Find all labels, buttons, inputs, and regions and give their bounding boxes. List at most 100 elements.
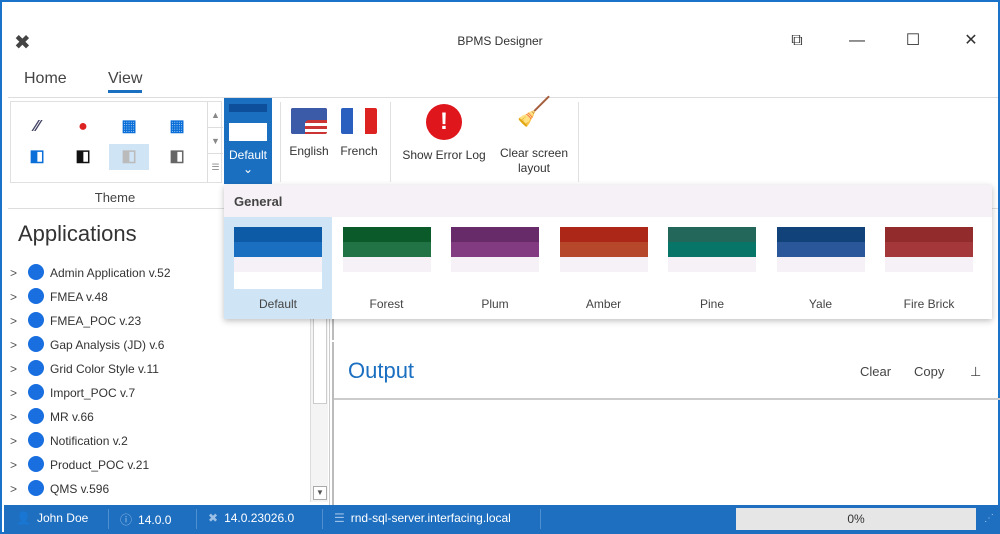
english-label: English — [289, 144, 329, 158]
progress-text: 0% — [847, 512, 865, 526]
minimize-button[interactable]: — — [842, 28, 872, 54]
theme-icon-1[interactable]: ⁄⁄ — [17, 114, 57, 140]
theme-swatch-plum[interactable]: Plum — [441, 217, 549, 319]
application-label: Admin Application v.52 — [50, 266, 171, 280]
popup-header: General — [224, 185, 992, 217]
server: rnd-sql-server.interfacing.local — [350, 511, 511, 525]
application-icon — [28, 408, 44, 424]
chevron-right-icon[interactable]: > — [10, 357, 24, 381]
application-label: Gap Analysis (JD) v.6 — [50, 338, 165, 352]
palette-label: Default — [228, 148, 268, 162]
office-black-theme-icon[interactable]: ◧ — [63, 144, 103, 170]
status-version: ⓘ 14.0.0 — [120, 511, 171, 528]
chevron-right-icon[interactable]: > — [10, 381, 24, 405]
close-button[interactable]: ✕ — [956, 28, 986, 54]
theme-name: Amber — [585, 297, 622, 311]
theme-icon-2[interactable]: ● — [63, 114, 103, 140]
build: 14.0.23026.0 — [224, 511, 295, 525]
pin-icon[interactable]: ⊥ — [970, 364, 981, 380]
copy-output-button[interactable]: Copy — [914, 364, 944, 379]
theme-palette-popup: General Default Forest Plum Amber Pine Yale Fi… — [224, 185, 992, 319]
application-icon — [28, 480, 44, 496]
status-server: ☰ rnd-sql-server.interfacing.local — [334, 511, 511, 525]
application-item[interactable]: > FMEA v.48 — [10, 285, 108, 309]
status-build: ✖ 14.0.23026.0 — [208, 511, 294, 525]
broom-icon: 🧹 — [516, 96, 552, 127]
theme-name: Fire Brick — [903, 297, 955, 311]
chevron-right-icon[interactable]: > — [10, 285, 24, 309]
show-error-log-label: Show Error Log — [402, 148, 486, 162]
user-name: John Doe — [36, 511, 89, 525]
application-item[interactable]: > Import_POC v.7 — [10, 381, 135, 405]
theme-group-label: Theme — [94, 190, 136, 205]
resize-grip-icon[interactable]: ⋰ — [984, 513, 994, 524]
chevron-right-icon[interactable]: > — [10, 405, 24, 429]
chevron-right-icon[interactable]: > — [10, 429, 24, 453]
palette-default-button[interactable]: Default ⌄ — [224, 98, 272, 184]
theme-swatch-amber[interactable]: Amber — [550, 217, 658, 319]
application-item[interactable]: > Admin Application v.52 — [10, 261, 171, 285]
output-content[interactable] — [334, 398, 1000, 505]
theme-name: Pine — [699, 297, 725, 311]
chevron-right-icon[interactable]: > — [10, 333, 24, 357]
office-white-theme-icon[interactable]: ◧ — [109, 144, 149, 170]
gallery-scroll[interactable]: ▲ ▼ ☰ — [207, 102, 223, 182]
application-icon — [28, 456, 44, 472]
theme-swatch-fire-brick[interactable]: Fire Brick — [875, 217, 983, 319]
app-window: ✖ BPMS Designer ⧉ — ☐ ✕ Home View ⁄⁄ ● ▦… — [0, 0, 1000, 534]
application-icon — [28, 288, 44, 304]
chevron-right-icon[interactable]: > — [10, 261, 24, 285]
windows-theme-icon[interactable]: ▦ — [109, 114, 149, 140]
application-item[interactable]: > Grid Color Style v.11 — [10, 357, 159, 381]
application-label: FMEA_POC v.23 — [50, 314, 142, 328]
application-label: Grid Color Style v.11 — [50, 362, 159, 376]
theme-name: Default — [258, 297, 298, 311]
office-gray-theme-icon[interactable]: ◧ — [157, 144, 197, 170]
office-theme-icon[interactable]: ◧ — [17, 144, 57, 170]
french-button[interactable]: French — [336, 102, 382, 159]
applications-title: Applications — [18, 221, 137, 246]
status-user: 👤 John Doe — [16, 511, 88, 525]
application-icon — [28, 384, 44, 400]
theme-swatch-forest[interactable]: Forest — [333, 217, 441, 319]
application-item[interactable]: > MR v.66 — [10, 405, 94, 429]
french-label: French — [340, 144, 378, 158]
tab-home[interactable]: Home — [24, 70, 67, 88]
clear-output-button[interactable]: Clear — [860, 364, 891, 379]
application-label: FMEA v.48 — [50, 290, 108, 304]
application-icon — [28, 360, 44, 376]
user-icon: 👤 — [16, 511, 31, 525]
us-flag-icon — [291, 108, 327, 134]
version: 14.0.0 — [138, 513, 172, 527]
application-item[interactable]: > Gap Analysis (JD) v.6 — [10, 333, 164, 357]
application-item[interactable]: > FMEA_POC v.23 — [10, 309, 141, 333]
clear-screen-layout-button[interactable]: 🧹 Clear screen layout — [494, 96, 574, 176]
english-button[interactable]: English — [286, 102, 332, 159]
theme-swatch-pine[interactable]: Pine — [658, 217, 766, 319]
theme-swatch-default[interactable]: Default — [224, 217, 332, 319]
maximize-button[interactable]: ☐ — [898, 28, 928, 54]
clear-screen-layout-label: Clear screen layout — [499, 146, 569, 175]
chevron-right-icon[interactable]: > — [10, 309, 24, 333]
chevron-right-icon[interactable]: > — [10, 453, 24, 477]
error-icon: ! — [426, 104, 462, 140]
application-label: Notification v.2 — [50, 434, 128, 448]
theme-name: Yale — [808, 297, 833, 311]
application-label: Import_POC v.7 — [50, 386, 136, 400]
tab-view[interactable]: View — [108, 70, 143, 93]
application-label: QMS v.596 — [50, 482, 110, 496]
application-item[interactable]: > QMS v.596 — [10, 477, 109, 501]
application-icon — [28, 312, 44, 328]
restore-layout-button[interactable]: ⧉ — [782, 28, 812, 54]
chevron-right-icon[interactable]: > — [10, 477, 24, 501]
application-item[interactable]: > Notification v.2 — [10, 429, 128, 453]
title-bar: ✖ BPMS Designer ⧉ — ☐ ✕ — [2, 20, 998, 62]
french-flag-icon — [341, 108, 377, 134]
windows-theme-icon-2[interactable]: ▦ — [157, 114, 197, 140]
theme-swatch-yale[interactable]: Yale — [767, 217, 875, 319]
application-item[interactable]: > Product_POC v.21 — [10, 453, 149, 477]
progress-bar: 0% — [736, 508, 976, 530]
application-icon — [28, 264, 44, 280]
application-label: MR v.66 — [50, 410, 94, 424]
show-error-log-button[interactable]: ! Show Error Log — [396, 102, 492, 163]
